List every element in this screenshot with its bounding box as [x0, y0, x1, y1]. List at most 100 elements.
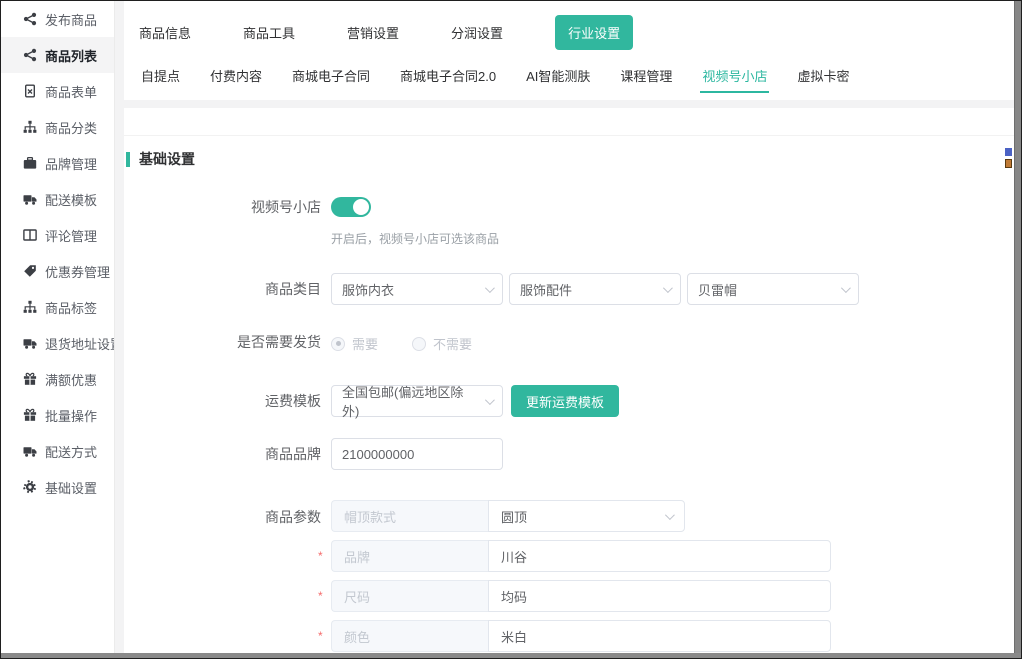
product-brand-input[interactable]: 2100000000	[331, 438, 503, 470]
tab-industry-settings[interactable]: 行业设置	[555, 15, 633, 50]
primary-tabs: 商品信息 商品工具 营销设置 分润设置 行业设置	[124, 1, 1014, 53]
radio-icon	[331, 337, 345, 351]
sidebar-item-product-form[interactable]: 商品表单	[1, 73, 114, 109]
tab-course-management[interactable]: 课程管理	[618, 54, 674, 97]
sidebar-item-review-management[interactable]: 评论管理	[1, 217, 114, 253]
sitemap-icon	[23, 300, 37, 314]
settings-card: 基础设置 视频号小店 开启后，视频号小店可选该商品 商品类目 服饰	[124, 108, 1014, 654]
tab-mall-econtract-2[interactable]: 商城电子合同2.0	[398, 54, 498, 97]
gift-icon	[23, 408, 37, 422]
tab-virtual-card-key[interactable]: 虚拟卡密	[795, 54, 851, 97]
chevron-down-icon	[663, 283, 673, 293]
tabs-card: 商品信息 商品工具 营销设置 分润设置 行业设置 自提点 付费内容 商城电子合同…	[124, 1, 1014, 100]
sitemap-icon	[23, 120, 37, 134]
product-brand-row: 商品品牌 2100000000	[124, 438, 1014, 470]
sidebar-item-label: 品牌管理	[45, 154, 97, 173]
sidebar-item-delivery-method[interactable]: 配送方式	[1, 433, 114, 469]
param-value: 圆顶	[501, 507, 527, 526]
chevron-down-icon	[485, 283, 495, 293]
param-value-select[interactable]: 圆顶	[488, 500, 685, 532]
sidebar-item-product-list[interactable]: 商品列表	[1, 37, 114, 73]
sidebar-item-label: 批量操作	[45, 406, 97, 425]
tab-video-channel-shop[interactable]: 视频号小店	[700, 54, 769, 97]
param-value: 均码	[501, 587, 527, 606]
sidebar-item-basic-settings[interactable]: 基础设置	[1, 469, 114, 505]
update-freight-template-button[interactable]: 更新运费模板	[511, 385, 619, 417]
category-select-level1-value: 服饰内衣	[342, 280, 394, 299]
tab-ai-skin-test[interactable]: AI智能测肤	[524, 54, 592, 97]
sidebar-item-shipping-template[interactable]: 配送模板	[1, 181, 114, 217]
product-brand-label: 商品品牌	[124, 438, 321, 470]
param-value-input[interactable]: 米白	[488, 620, 831, 652]
sidebar-item-batch-operations[interactable]: 批量操作	[1, 397, 114, 433]
freight-template-label: 运费模板	[124, 385, 321, 417]
sidebar-item-coupon-management[interactable]: 优惠券管理	[1, 253, 114, 289]
freight-template-value: 全国包邮(偏远地区除外)	[342, 382, 477, 420]
category-select-level2-value: 服饰配件	[520, 280, 572, 299]
required-asterisk: *	[318, 549, 323, 563]
param-name: 帽顶款式	[331, 500, 488, 532]
radio-icon	[412, 337, 426, 351]
param-row-hat-top-style: 帽顶款式 圆顶	[331, 500, 831, 532]
tab-product-info[interactable]: 商品信息	[139, 23, 191, 42]
share-icon	[23, 12, 37, 26]
horizontal-scrollbar[interactable]	[1, 653, 1021, 658]
radio-label: 不需要	[433, 334, 472, 353]
radio-label: 需要	[352, 334, 378, 353]
category-row: 商品类目 服饰内衣 服饰配件 贝雷帽	[124, 273, 1014, 305]
file-icon	[23, 84, 37, 98]
sidebar-item-full-discount[interactable]: 满额优惠	[1, 361, 114, 397]
video-shop-toggle[interactable]	[331, 197, 371, 217]
param-value-input[interactable]: 均码	[488, 580, 831, 612]
sidebar-item-label: 满额优惠	[45, 370, 97, 389]
param-row-color: * 颜色 米白	[331, 620, 831, 652]
tab-profit-settings[interactable]: 分润设置	[451, 23, 503, 42]
freight-template-select[interactable]: 全国包邮(偏远地区除外)	[331, 385, 503, 417]
param-name: 颜色	[331, 620, 488, 652]
gear-icon	[23, 480, 37, 494]
sidebar-item-label: 商品分类	[45, 118, 97, 137]
param-value: 米白	[501, 627, 527, 646]
sidebar-item-publish-product[interactable]: 发布商品	[1, 1, 114, 37]
vertical-scrollbar[interactable]	[1014, 1, 1021, 658]
category-select-level3[interactable]: 贝雷帽	[687, 273, 859, 305]
sidebar-item-brand-management[interactable]: 品牌管理	[1, 145, 114, 181]
radio-need-shipping-yes[interactable]: 需要	[331, 334, 378, 353]
tab-mall-econtract[interactable]: 商城电子合同	[290, 54, 372, 97]
card-gap	[116, 100, 1014, 108]
truck-icon	[23, 192, 37, 206]
freight-template-row: 运费模板 全国包邮(偏远地区除外) 更新运费模板	[124, 385, 1014, 417]
category-select-level1[interactable]: 服饰内衣	[331, 273, 503, 305]
tab-pickup-point[interactable]: 自提点	[139, 54, 182, 97]
tab-marketing-settings[interactable]: 营销设置	[347, 23, 399, 42]
card-header-strip	[124, 108, 1014, 136]
required-asterisk: *	[318, 629, 323, 643]
tab-paid-content[interactable]: 付费内容	[208, 54, 264, 97]
share-icon	[23, 48, 37, 62]
truck-icon	[23, 336, 37, 350]
tag-icon	[23, 264, 37, 278]
param-row-brand: * 品牌 川谷	[331, 540, 831, 572]
param-row-size: * 尺码 均码	[331, 580, 831, 612]
chevron-down-icon	[485, 395, 495, 405]
product-brand-value: 2100000000	[342, 447, 414, 462]
sidebar-item-label: 退货地址设置	[45, 334, 114, 353]
sidebar-item-product-tags[interactable]: 商品标签	[1, 289, 114, 325]
sidebar-item-label: 配送方式	[45, 442, 97, 461]
video-shop-label: 视频号小店	[124, 197, 321, 247]
app-window: 发布商品 商品列表 商品表单 商品分类 品牌管理 配送模板 评论管理 优惠券管	[0, 0, 1022, 659]
category-select-level3-value: 贝雷帽	[698, 280, 737, 299]
radio-need-shipping-no[interactable]: 不需要	[412, 334, 472, 353]
category-select-level2[interactable]: 服饰配件	[509, 273, 681, 305]
clipped-widget-icon	[1005, 148, 1012, 156]
param-value-input[interactable]: 川谷	[488, 540, 831, 572]
section-title-text: 基础设置	[139, 149, 195, 169]
param-name: 尺码	[331, 580, 488, 612]
tab-product-tools[interactable]: 商品工具	[243, 23, 295, 42]
sidebar-item-label: 基础设置	[45, 478, 97, 497]
sidebar-item-return-address[interactable]: 退货地址设置	[1, 325, 114, 361]
sidebar-item-product-category[interactable]: 商品分类	[1, 109, 114, 145]
sidebar-item-label: 优惠券管理	[45, 262, 110, 281]
product-params-label: 商品参数	[124, 500, 321, 654]
columns-icon	[23, 228, 37, 242]
